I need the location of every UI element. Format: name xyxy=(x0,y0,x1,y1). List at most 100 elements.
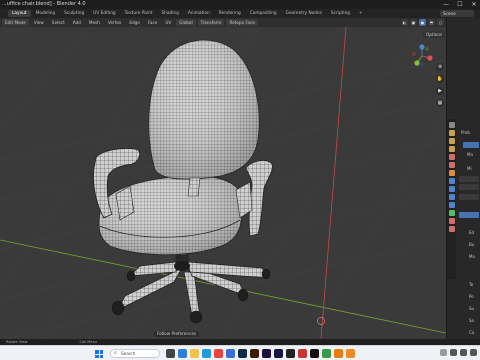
windows-start-icon[interactable] xyxy=(95,350,103,358)
app-icon-red[interactable] xyxy=(298,349,307,358)
properties-row-3[interactable] xyxy=(459,194,479,200)
y-axis-line xyxy=(320,27,347,339)
menu-face[interactable]: Face xyxy=(145,19,160,26)
properties-row-2[interactable] xyxy=(459,184,479,190)
viewport-shading-controls: ◐ ▣ ● ◓ ○ xyxy=(401,19,444,26)
illustrator-icon[interactable] xyxy=(250,349,259,358)
scene-tab-icon[interactable] xyxy=(448,154,455,160)
widgets-icon[interactable] xyxy=(178,349,187,358)
scene-selector[interactable]: Scene xyxy=(440,10,474,17)
menu-edge[interactable]: Edge xyxy=(126,19,143,26)
menu-vertex[interactable]: Vertex xyxy=(105,19,124,26)
title-bar: ...uffice chair.blend] - Blender 4.0 — ☐… xyxy=(0,0,480,9)
taskbar-search-input[interactable]: ⌕ Search xyxy=(110,349,160,358)
properties-label-te: Te xyxy=(469,282,474,287)
camera-view-icon[interactable]: ▶ xyxy=(436,87,444,95)
texture-tab-icon[interactable] xyxy=(448,226,455,232)
add-workspace-button[interactable]: + xyxy=(355,10,367,17)
perspective-toggle-icon[interactable]: ▦ xyxy=(436,99,444,107)
volume-icon[interactable] xyxy=(460,349,467,356)
overlay-icon[interactable]: ◐ xyxy=(401,19,408,26)
snapping-dropdown[interactable]: Retopo Face xyxy=(226,19,259,26)
material-shading-icon[interactable]: ◓ xyxy=(428,19,435,26)
edge-browser-icon[interactable] xyxy=(202,349,211,358)
tab-texture-paint[interactable]: Texture Paint xyxy=(121,10,157,17)
tab-scripting[interactable]: Scripting xyxy=(327,10,354,17)
tab-modeling[interactable]: Modeling xyxy=(32,10,60,17)
menu-select[interactable]: Select xyxy=(49,19,68,26)
particles-tab-icon[interactable] xyxy=(448,186,455,192)
tab-uv-editing[interactable]: UV Editing xyxy=(89,10,119,17)
tab-sculpting[interactable]: Sculpting xyxy=(60,10,88,17)
orientation-dropdown[interactable]: Global xyxy=(176,19,196,26)
properties-tab-column xyxy=(447,119,456,279)
after-effects-icon[interactable] xyxy=(274,349,283,358)
status-call-menu: Call Menu xyxy=(79,340,98,344)
viewport-nav-controls: ⊕ ✋ ▶ ▦ xyxy=(436,63,444,107)
properties-label-po: Po xyxy=(469,294,474,299)
properties-row-1[interactable] xyxy=(459,176,479,182)
output-tab-icon[interactable] xyxy=(448,138,455,144)
3d-viewport[interactable]: Follow Preferences xyxy=(0,27,446,339)
3d-cursor xyxy=(317,317,325,325)
xray-icon[interactable]: ▣ xyxy=(410,19,417,26)
window-controls: — ☐ ✕ xyxy=(442,0,478,9)
menu-add[interactable]: Add xyxy=(70,19,84,26)
properties-panel: Prob Ma Mi Ed Bu Mo Te Po Su Sa Ca xyxy=(446,18,480,339)
render-tab-icon[interactable] xyxy=(448,130,455,136)
zoom-icon[interactable]: ⊕ xyxy=(436,63,444,71)
solid-shading-icon[interactable]: ● xyxy=(419,19,426,26)
photoshop-icon[interactable] xyxy=(238,349,247,358)
app-icon-orange[interactable] xyxy=(346,349,355,358)
active-object-field[interactable] xyxy=(463,142,479,148)
tab-geometry-nodes[interactable]: Geometry Nodes xyxy=(282,10,326,17)
properties-label-su: Su xyxy=(469,306,475,311)
file-explorer-icon[interactable] xyxy=(190,349,199,358)
tray-chevron-icon[interactable] xyxy=(440,349,447,356)
close-button[interactable]: ✕ xyxy=(470,0,478,9)
data-tab-icon[interactable] xyxy=(448,210,455,216)
navigation-gizmo xyxy=(411,44,433,67)
world-tab-icon[interactable] xyxy=(448,162,455,168)
tab-compositing[interactable]: Compositing xyxy=(246,10,281,17)
tool-tab-icon[interactable] xyxy=(448,122,455,128)
menu-view[interactable]: View xyxy=(31,19,47,26)
windows-taskbar: ⌕ Search xyxy=(0,345,480,360)
object-tab-icon[interactable] xyxy=(448,170,455,176)
physics-tab-icon[interactable] xyxy=(448,194,455,200)
properties-label-sa: Sa xyxy=(469,318,474,323)
viewport-footer-label[interactable]: Follow Preferences xyxy=(154,331,200,337)
capcut-icon[interactable] xyxy=(310,349,319,358)
blender-window: ...uffice chair.blend] - Blender 4.0 — ☐… xyxy=(0,0,480,360)
blender-icon[interactable] xyxy=(334,349,343,358)
menu-uv[interactable]: UV xyxy=(162,19,174,26)
rendered-shading-icon[interactable]: ○ xyxy=(437,19,444,26)
wifi-icon[interactable] xyxy=(450,349,457,356)
app-icon-dark[interactable] xyxy=(286,349,295,358)
properties-row-active[interactable] xyxy=(459,212,479,218)
battery-icon[interactable] xyxy=(470,349,477,356)
task-view-icon[interactable] xyxy=(166,349,175,358)
app-icon-green[interactable] xyxy=(322,349,331,358)
mode-dropdown[interactable]: Edit Mode xyxy=(2,19,29,26)
pan-hand-icon[interactable]: ✋ xyxy=(436,75,444,83)
pivot-dropdown[interactable]: Transform xyxy=(197,19,225,26)
workspace-tabs: Layout Modeling Sculpting UV Editing Tex… xyxy=(0,9,480,18)
tab-animation[interactable]: Animation xyxy=(184,10,214,17)
view-layer-tab-icon[interactable] xyxy=(448,146,455,152)
material-tab-icon[interactable] xyxy=(448,218,455,224)
properties-label-ca: Ca xyxy=(469,330,475,335)
modifier-tab-icon[interactable] xyxy=(448,178,455,184)
tab-shading[interactable]: Shading xyxy=(157,10,182,17)
app-icon-blue[interactable] xyxy=(226,349,235,358)
tab-rendering[interactable]: Rendering xyxy=(215,10,245,17)
maximize-button[interactable]: ☐ xyxy=(456,0,464,9)
minimize-button[interactable]: — xyxy=(442,0,450,9)
tab-layout[interactable]: Layout xyxy=(8,10,31,17)
premiere-icon[interactable] xyxy=(262,349,271,358)
viewport-header: Edit Mode View Select Add Mesh Vertex Ed… xyxy=(0,18,446,27)
menu-mesh[interactable]: Mesh xyxy=(86,19,103,26)
constraints-tab-icon[interactable] xyxy=(448,202,455,208)
options-dropdown[interactable]: Options xyxy=(423,31,446,38)
chrome-browser-icon[interactable] xyxy=(214,349,223,358)
